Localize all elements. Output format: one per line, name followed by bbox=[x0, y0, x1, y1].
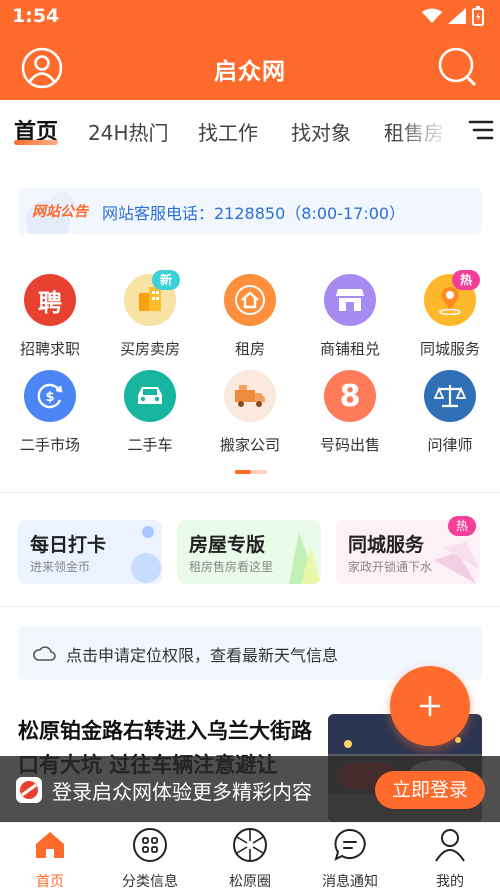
plus-icon bbox=[419, 695, 441, 717]
car-icon bbox=[124, 370, 176, 422]
hire-icon: 聘 bbox=[24, 274, 76, 326]
app-title: 启众网 bbox=[214, 59, 286, 85]
cloud-icon bbox=[33, 646, 56, 661]
grid-label: 商铺租兑 bbox=[319, 340, 380, 358]
grid-item-shop-rental[interactable]: 商铺租兑 bbox=[300, 274, 400, 359]
grid-item-local-service[interactable]: 热 同城服务 bbox=[400, 270, 500, 359]
nav-label: 松原圈 bbox=[229, 874, 271, 889]
app-bar: 启众网 bbox=[0, 40, 500, 96]
status-time: 1:54 bbox=[12, 5, 60, 27]
recycle-money-icon: $ bbox=[24, 370, 76, 422]
nav-songyuan-circle[interactable]: 松原圈 bbox=[200, 827, 300, 889]
card-subtitle: 租房售房看这里 bbox=[189, 560, 274, 574]
search-button[interactable] bbox=[437, 46, 481, 90]
card-daily-checkin[interactable]: 每日打卡 进来领金币 bbox=[18, 520, 162, 584]
weather-text: 点击申请定位权限，查看最新天气信息 bbox=[66, 646, 339, 665]
house-icon bbox=[224, 274, 276, 326]
card-subtitle: 家政开锁通下水 bbox=[348, 560, 433, 574]
bottom-nav: 首页 分类信息 松原圈 消息通知 我的 bbox=[0, 822, 500, 889]
status-bar: 1:54 bbox=[0, 0, 500, 32]
header: 1:54 启众网 bbox=[0, 0, 500, 100]
card-housing-section[interactable]: 房屋专版 租房售房看这里 bbox=[177, 520, 321, 584]
battery-icon bbox=[472, 6, 484, 26]
building-icon: 新 bbox=[124, 270, 181, 326]
tabs-menu-button[interactable] bbox=[468, 118, 494, 142]
user-icon bbox=[435, 829, 465, 862]
signal-icon bbox=[448, 8, 466, 24]
truck-icon bbox=[224, 370, 276, 422]
category-icon bbox=[133, 828, 167, 862]
card-subtitle: 进来领金币 bbox=[30, 560, 91, 574]
shop-icon bbox=[324, 274, 376, 326]
grid-label: 二手市场 bbox=[19, 436, 80, 454]
tab-active-indicator bbox=[14, 140, 58, 145]
grid-item-used-car[interactable]: 二手车 bbox=[100, 370, 200, 455]
nav-label: 首页 bbox=[36, 874, 64, 889]
grid-item-moving-company[interactable]: 搬家公司 bbox=[200, 370, 300, 455]
nav-label: 我的 bbox=[436, 874, 464, 889]
new-badge: 新 bbox=[152, 270, 181, 290]
nav-home[interactable]: 首页 bbox=[0, 827, 100, 889]
grid-item-buy-sell-house[interactable]: 新 买房卖房 bbox=[100, 270, 200, 359]
grid-label: 同城服务 bbox=[419, 340, 480, 358]
number-icon: 8 bbox=[324, 370, 376, 422]
grid-label: 搬家公司 bbox=[219, 436, 280, 454]
hot-badge: 热 bbox=[448, 516, 477, 536]
card-title: 每日打卡 bbox=[30, 534, 107, 556]
grid-item-ask-lawyer[interactable]: 问律师 bbox=[400, 370, 500, 455]
grid-item-rent[interactable]: 租房 bbox=[200, 274, 300, 359]
search-icon bbox=[438, 47, 476, 86]
tab-dating[interactable]: 找对象 bbox=[291, 117, 351, 146]
app-root: 1:54 启众网 首页 24H热门 找工作 找对象 租售房 网站 bbox=[0, 0, 500, 889]
grid-label: 问律师 bbox=[427, 436, 473, 454]
scales-icon bbox=[424, 370, 476, 422]
nav-categories[interactable]: 分类信息 bbox=[100, 827, 200, 889]
status-icons bbox=[422, 6, 484, 26]
nav-label: 消息通知 bbox=[322, 874, 378, 889]
login-banner: 登录启众网体验更多精彩内容 立即登录 bbox=[0, 756, 500, 822]
message-icon bbox=[334, 828, 366, 861]
feature-cards: 每日打卡 进来领金币 房屋专版 租房售房看这里 同城服务 家政开锁通下水 热 bbox=[0, 516, 500, 584]
login-prompt: 登录启众网体验更多精彩内容 bbox=[52, 780, 312, 804]
grid-item-number-sale[interactable]: 8 号码出售 bbox=[300, 370, 400, 455]
card-title: 房屋专版 bbox=[189, 534, 266, 556]
page-indicator bbox=[235, 470, 267, 474]
section-divider bbox=[0, 606, 500, 607]
site-notice[interactable]: 网站公告 网站客服电话：2128850（8:00-17:00） bbox=[18, 188, 482, 234]
tabs-fade bbox=[395, 100, 460, 158]
circle-icon bbox=[233, 828, 267, 862]
add-post-button[interactable] bbox=[390, 666, 470, 746]
menu-icon bbox=[468, 120, 494, 140]
tab-24h-hot[interactable]: 24H热门 bbox=[88, 117, 169, 146]
grid-label: 租房 bbox=[234, 340, 265, 358]
wifi-icon bbox=[422, 8, 442, 23]
grid-label: 买房卖房 bbox=[119, 340, 180, 358]
hot-badge: 热 bbox=[452, 270, 481, 290]
grid-item-recruitment[interactable]: 聘 招聘求职 bbox=[0, 274, 100, 359]
tab-jobs[interactable]: 找工作 bbox=[198, 117, 258, 146]
nav-messages[interactable]: 消息通知 bbox=[300, 827, 400, 889]
home-icon bbox=[36, 832, 64, 858]
login-button[interactable]: 立即登录 bbox=[375, 771, 485, 809]
location-icon: 热 bbox=[424, 270, 481, 326]
app-logo bbox=[16, 777, 42, 803]
grid-label: 号码出售 bbox=[319, 436, 380, 454]
nav-mine[interactable]: 我的 bbox=[400, 827, 500, 889]
notice-logo: 网站公告 bbox=[32, 204, 88, 220]
grid-item-second-hand-market[interactable]: $ 二手市场 bbox=[0, 370, 100, 455]
grid-label: 招聘求职 bbox=[19, 340, 80, 358]
notice-text: 网站客服电话：2128850（8:00-17:00） bbox=[102, 204, 406, 223]
nav-label: 分类信息 bbox=[122, 874, 178, 889]
section-divider bbox=[0, 492, 500, 493]
card-title: 同城服务 bbox=[348, 534, 425, 556]
grid-label: 二手车 bbox=[127, 436, 173, 454]
svg-text:$: $ bbox=[45, 390, 54, 405]
